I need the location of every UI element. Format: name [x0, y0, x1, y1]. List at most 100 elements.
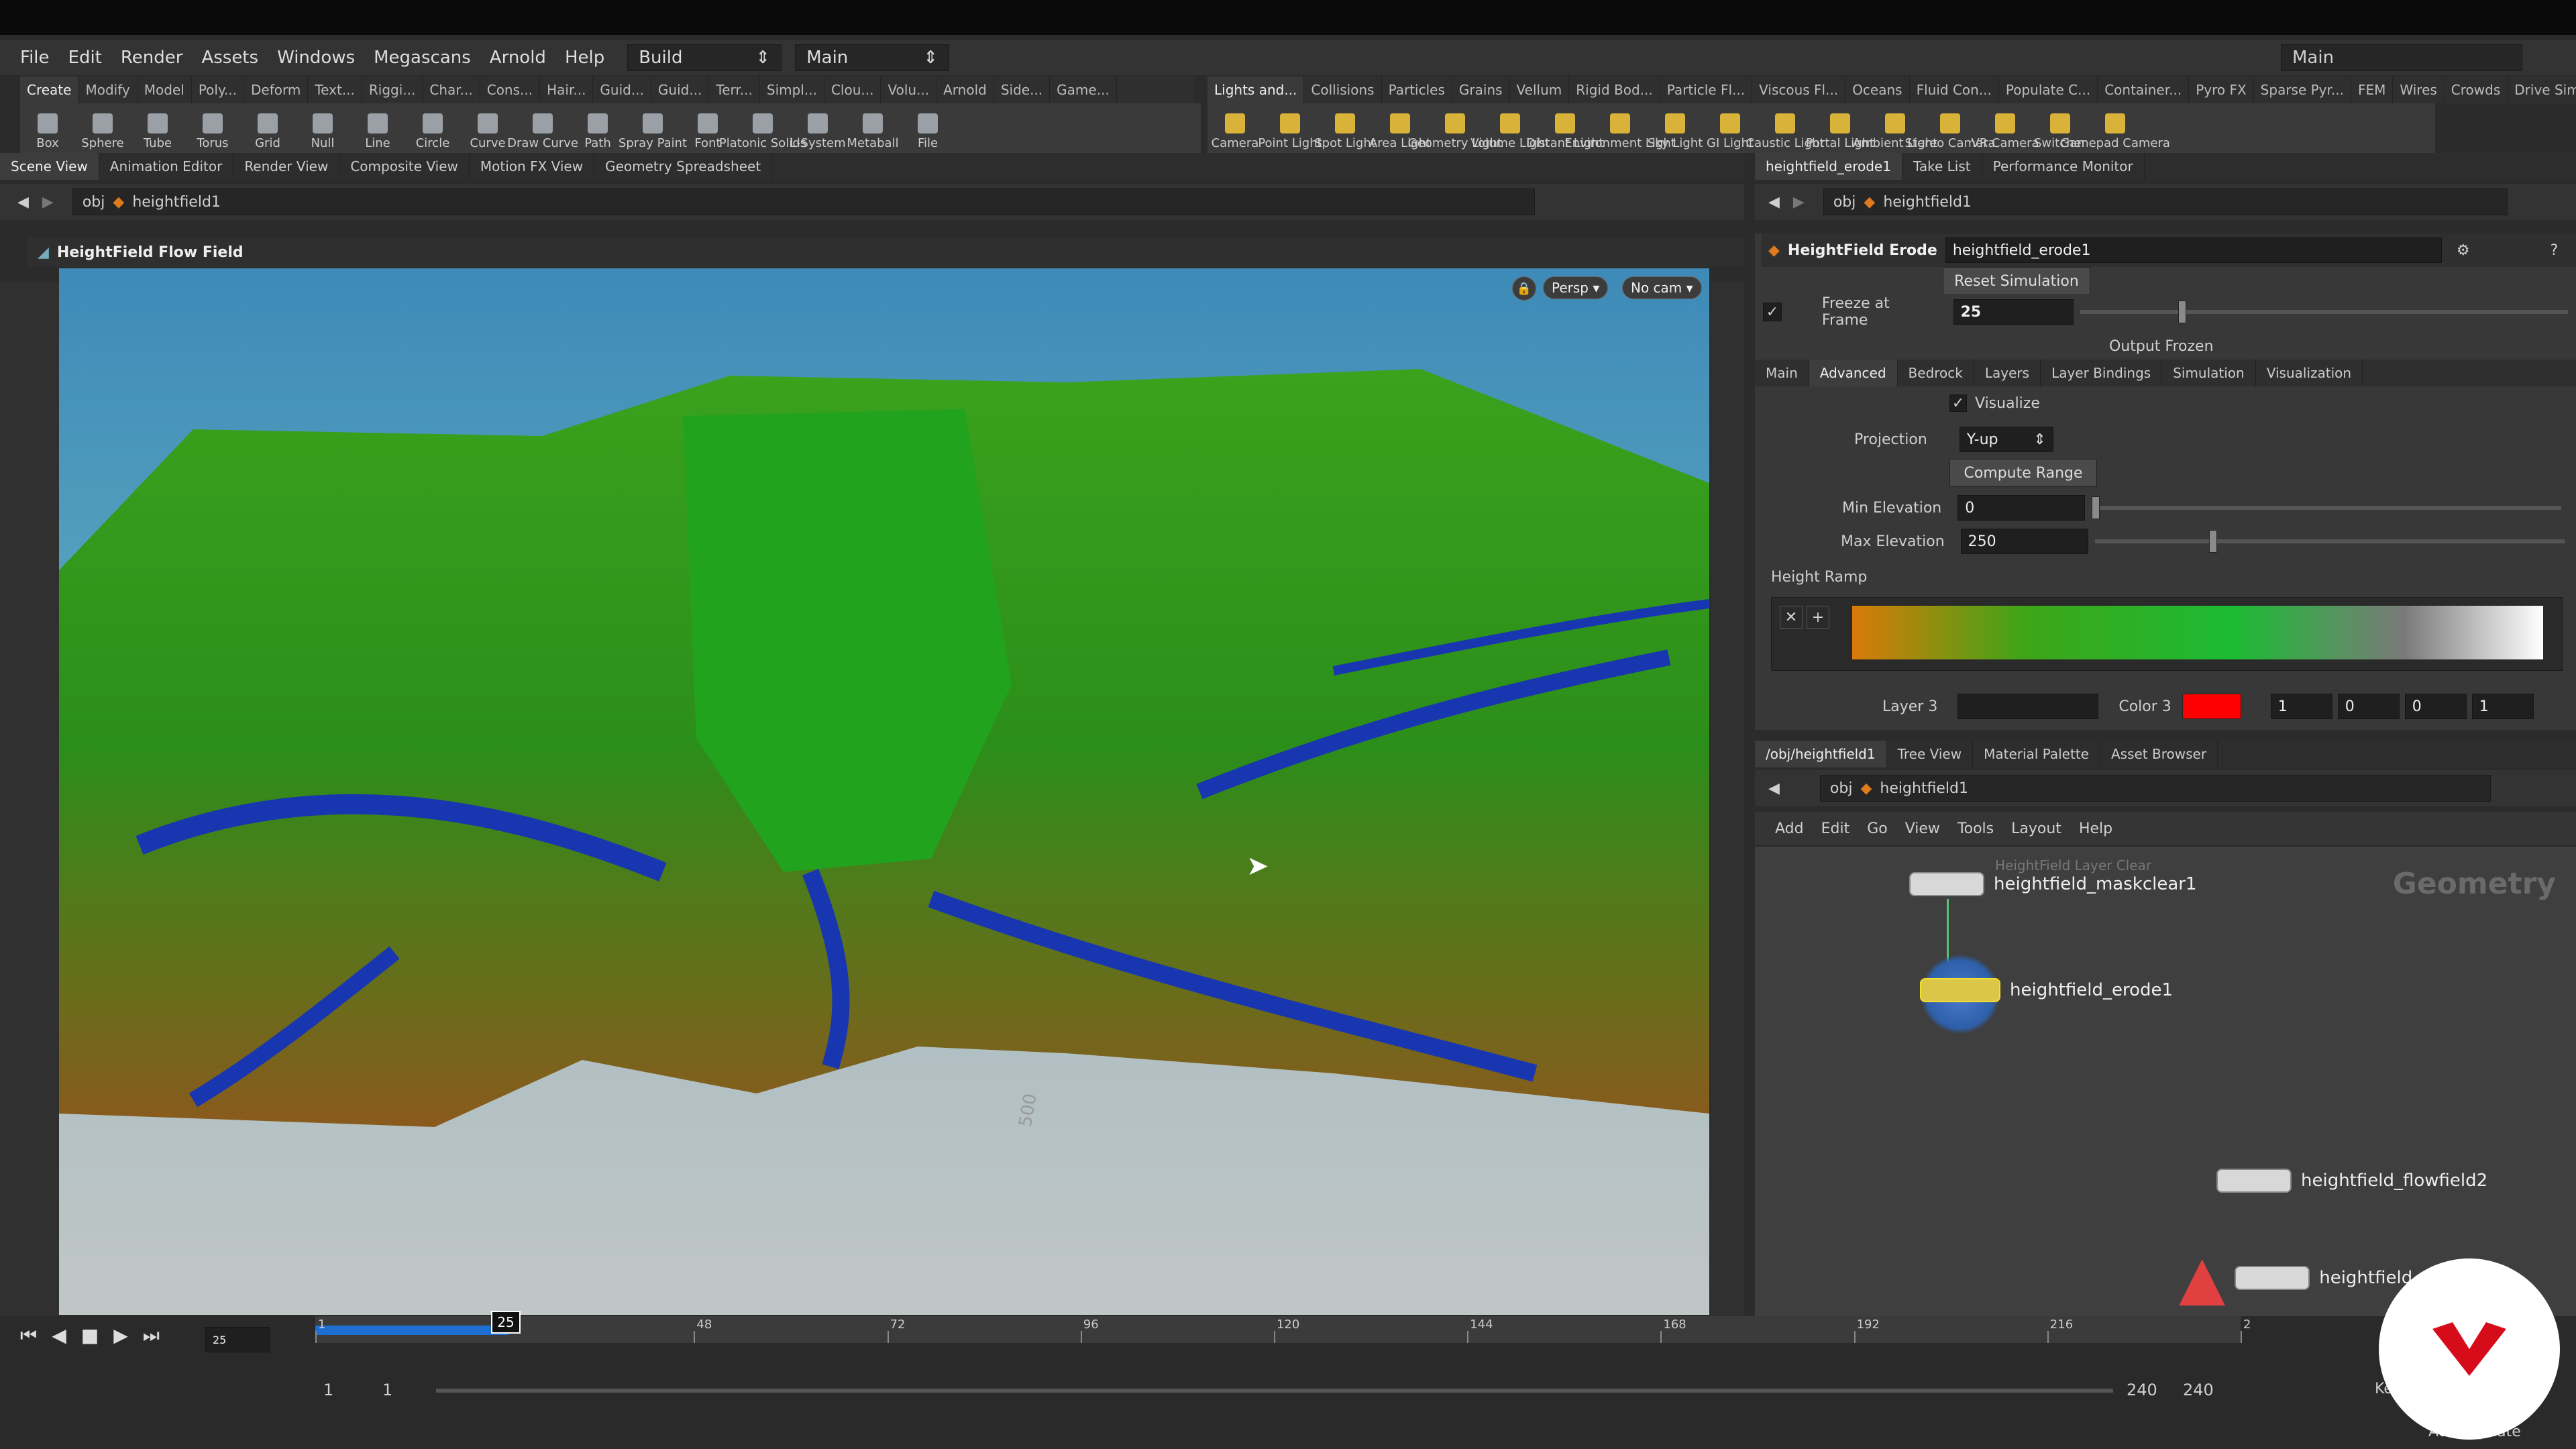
shelf-tab-right-15[interactable]: Wires: [2393, 76, 2445, 103]
param-tab-2[interactable]: Bedrock: [1898, 360, 1974, 386]
shelf-tab-8[interactable]: Cons...: [480, 76, 541, 103]
shelf-tab-6[interactable]: Riggi...: [362, 76, 423, 103]
min-elevation-field[interactable]: 0: [1957, 495, 2086, 521]
shelf-tool-11[interactable]: Spray Paint: [619, 103, 687, 153]
start-frame-2[interactable]: 1: [382, 1381, 392, 1399]
menu-windows[interactable]: Windows: [268, 48, 364, 68]
ramp-gradient[interactable]: [1852, 606, 2543, 659]
back-arrow-icon[interactable]: ◀: [17, 194, 29, 211]
shelf-tab-3[interactable]: Poly...: [192, 76, 245, 103]
pane-tab-3[interactable]: Composite View: [339, 153, 470, 180]
shelf-tab-0[interactable]: Create: [20, 76, 79, 103]
color-a-field[interactable]: 1: [2471, 694, 2534, 719]
reset-simulation-button[interactable]: Reset Simulation: [1943, 267, 2090, 295]
shelf-tab-9[interactable]: Hair...: [540, 76, 594, 103]
menu-render[interactable]: Render: [111, 48, 193, 68]
frame-marker[interactable]: 25: [491, 1311, 521, 1334]
right-desktop-selector[interactable]: Main: [2281, 44, 2522, 71]
param-pane-tab-1[interactable]: Take List: [1902, 153, 1982, 180]
freeze-checkbox[interactable]: ✓: [1763, 303, 1782, 321]
current-frame-field[interactable]: 25: [205, 1327, 270, 1352]
shelf-tab-12[interactable]: Terr...: [709, 76, 760, 103]
shelf-tool-14[interactable]: L-System: [790, 103, 846, 153]
shelf-tab-13[interactable]: Simpl...: [760, 76, 824, 103]
shelf-tab-right-5[interactable]: Rigid Bod...: [1569, 76, 1660, 103]
camera-menu[interactable]: No cam ▾: [1622, 276, 1702, 299]
persp-menu[interactable]: Persp ▾: [1543, 276, 1609, 299]
shelf-tab-right-17[interactable]: Drive Sim...: [2508, 76, 2576, 103]
layer-field[interactable]: [1957, 694, 2099, 719]
shelf-tab-5[interactable]: Text...: [308, 76, 362, 103]
scene-path-field[interactable]: obj ◆ heightfield1: [72, 189, 1535, 215]
menu-assets[interactable]: Assets: [192, 48, 268, 68]
menu-arnold[interactable]: Arnold: [480, 48, 555, 68]
shelf-tool-2[interactable]: Tube: [130, 103, 185, 153]
param-tab-0[interactable]: Main: [1755, 360, 1809, 386]
network-desktop-selector[interactable]: Main ⇕: [795, 44, 950, 71]
pane-tab-2[interactable]: Render View: [233, 153, 340, 180]
network-editor[interactable]: Geometry HeightField Layer Clear heightf…: [1755, 847, 2576, 1316]
node-maskclear[interactable]: heightfield_erode1heightfield_maskclear1: [1909, 872, 2197, 896]
play-icon[interactable]: ▶: [113, 1324, 128, 1347]
shelf-tab-2[interactable]: Model: [138, 76, 192, 103]
shelf-tool-4[interactable]: Grid: [240, 103, 295, 153]
shelf-tab-right-16[interactable]: Crowds: [2445, 76, 2508, 103]
shelf-tab-4[interactable]: Deform: [244, 76, 309, 103]
shelf-tab-right-11[interactable]: Container...: [2098, 76, 2190, 103]
shelf-tool-9[interactable]: Draw Curve: [507, 103, 578, 153]
param-pane-tab-0[interactable]: heightfield_erode1: [1755, 153, 1902, 180]
param-tab-5[interactable]: Simulation: [2162, 360, 2256, 386]
network-path-field[interactable]: obj ◆ heightfield1: [1819, 775, 2491, 802]
shelf-tool-0[interactable]: Box: [20, 103, 75, 153]
shelf-tool-15[interactable]: Metaball: [845, 103, 900, 153]
node-erode[interactable]: heightfield_erode1: [1920, 978, 2173, 1002]
menu-edit[interactable]: Edit: [59, 48, 111, 68]
param-path-field[interactable]: obj ◆ heightfield1: [1823, 189, 2508, 215]
projection-select[interactable]: Y-up ⇕: [1959, 427, 2053, 452]
step-back-icon[interactable]: ◀: [52, 1324, 66, 1347]
end-frame-2[interactable]: 240: [2183, 1381, 2214, 1399]
shelf-tool-6[interactable]: Line: [350, 103, 405, 153]
shelf-tab-right-2[interactable]: Particles: [1382, 76, 1452, 103]
network-menu-6[interactable]: Help: [2079, 820, 2112, 837]
param-tab-4[interactable]: Layer Bindings: [2041, 360, 2163, 386]
shelf-tab-right-3[interactable]: Grains: [1452, 76, 1510, 103]
ramp-remove-icon[interactable]: ✕: [1780, 606, 1803, 629]
back-arrow-icon[interactable]: ◀: [1768, 780, 1780, 797]
start-frame[interactable]: 1: [323, 1381, 333, 1399]
shelf-tab-right-9[interactable]: Fluid Con...: [1910, 76, 1999, 103]
forward-arrow-icon[interactable]: ▶: [1793, 194, 1805, 211]
freeze-frame-slider[interactable]: [2080, 301, 2568, 323]
pane-tab-4[interactable]: Motion FX View: [470, 153, 595, 180]
shelf-tool-16[interactable]: File: [900, 103, 955, 153]
shelf-tab-right-8[interactable]: Oceans: [1845, 76, 1910, 103]
menu-help[interactable]: Help: [555, 48, 614, 68]
ramp-add-icon[interactable]: +: [1807, 606, 1829, 629]
forward-arrow-icon[interactable]: ▶: [42, 194, 54, 211]
color-swatch[interactable]: [2182, 694, 2241, 719]
shelf-tool-8[interactable]: Sky Light: [1648, 103, 1703, 153]
color-g-field[interactable]: 0: [2337, 694, 2400, 719]
node-flowfield[interactable]: heightfield_flowfield2: [2216, 1169, 2487, 1193]
height-ramp[interactable]: ✕ +: [1771, 597, 2563, 671]
goto-start-icon[interactable]: ⏮: [20, 1324, 37, 1347]
param-tab-1[interactable]: Advanced: [1809, 360, 1898, 386]
lock-icon[interactable]: 🔒: [1512, 276, 1536, 301]
shelf-tab-right-4[interactable]: Vellum: [1510, 76, 1570, 103]
shelf-tool-5[interactable]: Null: [295, 103, 350, 153]
shelf-tool-13[interactable]: Stereo Camera: [1905, 103, 1996, 153]
menu-file[interactable]: File: [11, 48, 59, 68]
network-menu-5[interactable]: Layout: [2011, 820, 2061, 837]
color-r-field[interactable]: 1: [2270, 694, 2332, 719]
freeze-frame-field[interactable]: 25: [1953, 299, 2074, 325]
network-pane-tab-0[interactable]: /obj/heightfield1: [1755, 741, 1887, 767]
shelf-tab-10[interactable]: Guid...: [593, 76, 651, 103]
help-icon[interactable]: ?: [2551, 242, 2559, 259]
shelf-tab-11[interactable]: Guid...: [651, 76, 710, 103]
shelf-tab-right-0[interactable]: Lights and...: [1208, 76, 1305, 103]
back-arrow-icon[interactable]: ◀: [1768, 194, 1780, 211]
scene-viewport[interactable]: 🔒 Persp ▾ No cam ▾ 500 ➤: [59, 268, 1709, 1315]
visualize-checkbox[interactable]: ✓: [1949, 394, 1967, 412]
goto-end-icon[interactable]: ⏭: [143, 1324, 160, 1347]
shelf-tab-14[interactable]: Clou...: [824, 76, 881, 103]
